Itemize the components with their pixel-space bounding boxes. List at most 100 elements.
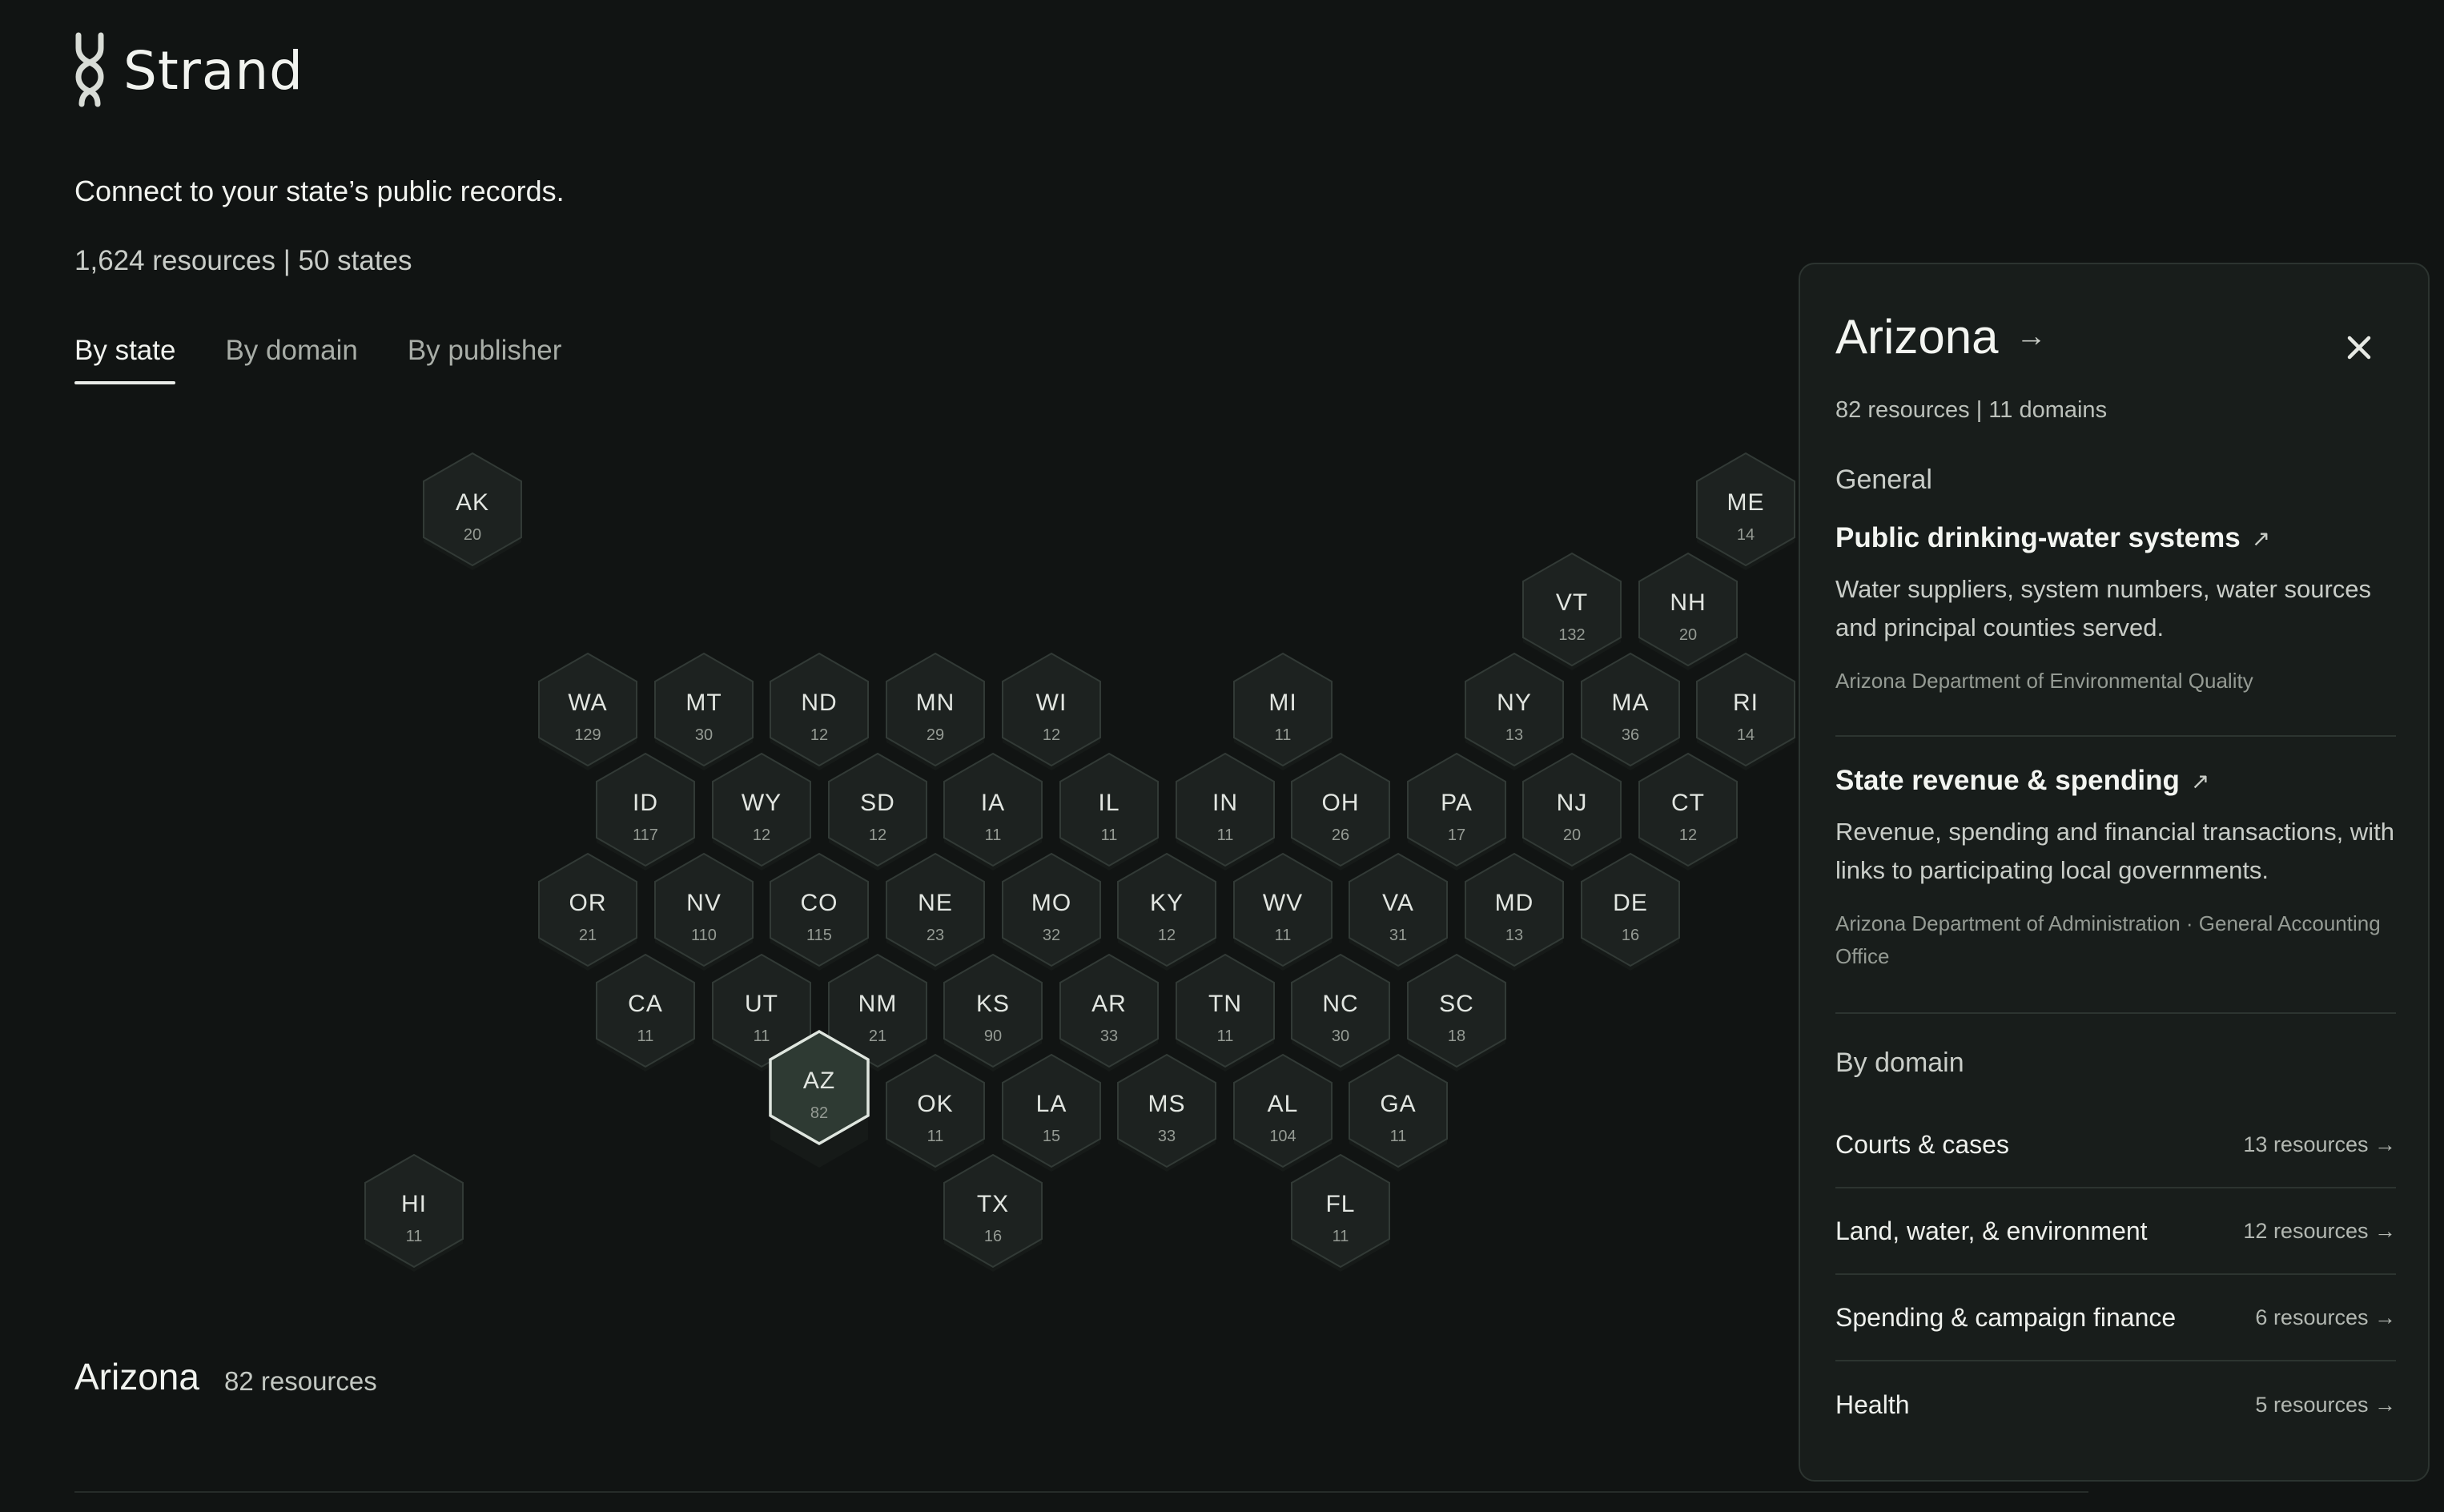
panel-title-link[interactable]: Arizona → [1835, 309, 2046, 364]
state-resource-count: 117 [633, 826, 658, 844]
state-resource-count: 21 [579, 927, 597, 944]
state-hex-or[interactable]: OR 21 [538, 852, 637, 971]
state-resource-count: 17 [1448, 826, 1465, 844]
state-resource-count: 104 [1269, 1128, 1296, 1145]
state-hex-il[interactable]: IL 11 [1059, 752, 1159, 871]
state-hex-ms[interactable]: MS 33 [1117, 1053, 1216, 1172]
state-code: SD [860, 790, 895, 816]
state-hex-fl[interactable]: FL 11 [1291, 1153, 1390, 1272]
state-code: UT [745, 991, 778, 1017]
state-hex-md[interactable]: MD 13 [1465, 852, 1564, 971]
state-hex-hi[interactable]: HI 11 [364, 1153, 464, 1272]
state-hex-wa[interactable]: WA 129 [538, 652, 637, 770]
domain-row[interactable]: Spending & campaign finance 6 resources … [1835, 1275, 2396, 1361]
state-resource-count: 129 [574, 726, 601, 744]
domain-row[interactable]: Health 5 resources → [1835, 1361, 2396, 1448]
state-code: WI [1036, 690, 1067, 716]
state-hex-ar[interactable]: AR 33 [1059, 953, 1159, 1072]
state-hex-la[interactable]: LA 15 [1002, 1053, 1101, 1172]
state-code: MA [1612, 690, 1650, 716]
state-hex-sd[interactable]: SD 12 [828, 752, 927, 871]
state-hex-mn[interactable]: MN 29 [886, 652, 985, 770]
external-link-icon: ↗ [2251, 525, 2271, 551]
state-resource-count: 33 [1158, 1128, 1176, 1145]
state-code: CO [801, 890, 838, 916]
state-hex-ak[interactable]: AK 20 [423, 452, 522, 570]
state-code: RI [1733, 690, 1759, 716]
state-resource-count: 11 [1275, 726, 1292, 744]
state-hex-ct[interactable]: CT 12 [1638, 752, 1738, 871]
state-hex-ks[interactable]: KS 90 [943, 953, 1043, 1072]
state-code: NH [1670, 589, 1706, 616]
state-hex-ca[interactable]: CA 11 [596, 953, 695, 1072]
state-hex-ia[interactable]: IA 11 [943, 752, 1043, 871]
state-hex-ne[interactable]: NE 23 [886, 852, 985, 971]
state-resource-count: 132 [1558, 626, 1585, 644]
state-hex-ma[interactable]: MA 36 [1581, 652, 1680, 770]
state-hex-ga[interactable]: GA 11 [1349, 1053, 1448, 1172]
resource-title-link[interactable]: Public drinking-water systems ↗ [1835, 522, 2396, 554]
resource-publisher: Arizona Department of Environmental Qual… [1835, 669, 2253, 693]
state-hex-mt[interactable]: MT 30 [654, 652, 754, 770]
state-hex-id[interactable]: ID 117 [596, 752, 695, 871]
state-code: OH [1322, 790, 1360, 816]
state-code: MS [1148, 1091, 1186, 1117]
domain-label: Land, water, & environment [1835, 1216, 2148, 1245]
state-hex-al[interactable]: AL 104 [1233, 1053, 1333, 1172]
state-hex-tx[interactable]: TX 16 [943, 1153, 1043, 1272]
domain-count: 12 resources → [2243, 1218, 2396, 1243]
state-resource-count: 12 [810, 726, 828, 744]
state-code: MI [1268, 690, 1296, 716]
close-icon[interactable] [2341, 330, 2377, 365]
domain-row[interactable]: Land, water, & environment 12 resources … [1835, 1188, 2396, 1275]
state-hex-tn[interactable]: TN 11 [1176, 953, 1275, 1072]
state-hex-nv[interactable]: NV 110 [654, 852, 754, 971]
state-resource-count: 110 [691, 927, 717, 944]
divider [1835, 1012, 2396, 1014]
state-hex-ok[interactable]: OK 11 [886, 1053, 985, 1172]
state-hex-ky[interactable]: KY 12 [1117, 852, 1216, 971]
resource-description: Revenue, spending and financial transact… [1835, 818, 2394, 884]
state-hex-oh[interactable]: OH 26 [1291, 752, 1390, 871]
state-hex-mo[interactable]: MO 32 [1002, 852, 1101, 971]
state-hex-wv[interactable]: WV 11 [1233, 852, 1333, 971]
domain-row[interactable]: Courts & cases 13 resources → [1835, 1102, 2396, 1188]
state-hex-vt[interactable]: VT 132 [1522, 552, 1622, 670]
state-hex-me[interactable]: ME 14 [1696, 452, 1795, 570]
state-resource-count: 11 [1217, 1027, 1234, 1045]
state-hex-mi[interactable]: MI 11 [1233, 652, 1333, 770]
state-hex-de[interactable]: DE 16 [1581, 852, 1680, 971]
state-hex-va[interactable]: VA 31 [1349, 852, 1448, 971]
state-resource-count: 90 [984, 1027, 1002, 1045]
state-code: FL [1325, 1191, 1355, 1217]
state-code: TX [977, 1191, 1009, 1217]
state-resource-count: 31 [1389, 927, 1407, 944]
state-hex-ri[interactable]: RI 14 [1696, 652, 1795, 770]
state-code: WA [568, 690, 607, 716]
state-hex-co[interactable]: CO 115 [770, 852, 869, 971]
state-code: NY [1497, 690, 1532, 716]
resource-title: State revenue & spending [1835, 765, 2180, 796]
state-resource-count: 11 [927, 1128, 944, 1145]
state-resource-count: 36 [1622, 726, 1639, 744]
state-resource-count: 23 [927, 927, 944, 944]
state-hex-wi[interactable]: WI 12 [1002, 652, 1101, 770]
state-resource-count: 30 [695, 726, 713, 744]
state-hex-ny[interactable]: NY 13 [1465, 652, 1564, 770]
resource-title-link[interactable]: State revenue & spending ↗ [1835, 765, 2396, 797]
state-hex-sc[interactable]: SC 18 [1407, 953, 1506, 1072]
state-hex-az[interactable]: AZ 82 [769, 1029, 870, 1168]
panel-subtitle: 82 resources | 11 domains [1835, 397, 2108, 423]
state-hex-nd[interactable]: ND 12 [770, 652, 869, 770]
state-code: KY [1150, 890, 1184, 916]
state-hex-pa[interactable]: PA 17 [1407, 752, 1506, 871]
state-resource-count: 13 [1505, 927, 1523, 944]
state-hex-nh[interactable]: NH 20 [1638, 552, 1738, 670]
state-resource-count: 12 [869, 826, 886, 844]
state-code: MO [1031, 890, 1071, 916]
state-hex-nj[interactable]: NJ 20 [1522, 752, 1622, 871]
state-hex-wy[interactable]: WY 12 [712, 752, 811, 871]
state-hex-in[interactable]: IN 11 [1176, 752, 1275, 871]
panel-title: Arizona [1835, 310, 1999, 364]
state-hex-nc[interactable]: NC 30 [1291, 953, 1390, 1072]
